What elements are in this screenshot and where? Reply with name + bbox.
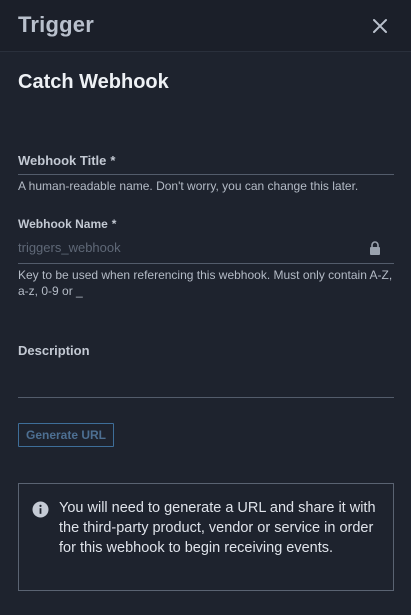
panel-title: Trigger: [18, 12, 94, 37]
lock-icon: [370, 241, 380, 255]
close-icon: [373, 19, 387, 33]
description-underline: [18, 397, 394, 398]
description-input[interactable]: [18, 370, 394, 392]
required-mark: *: [111, 217, 117, 231]
info-text: You will need to generate a URL and shar…: [59, 500, 376, 556]
webhook-name-label: Webhook Name *: [18, 217, 116, 231]
webhook-name-label-text: Webhook Name: [18, 217, 108, 231]
description-label: Description: [18, 343, 90, 358]
info-callout: You will need to generate a URL and shar…: [18, 483, 394, 591]
section-title: Catch Webhook: [18, 71, 169, 93]
info-icon: [32, 501, 49, 518]
webhook-name-helper: Key to be used when referencing this web…: [18, 268, 393, 298]
webhook-title-helper: A human-readable name. Don't worry, you …: [18, 179, 359, 193]
webhook-title-input[interactable]: [18, 151, 394, 173]
webhook-name-underline: [18, 263, 394, 264]
generate-url-button[interactable]: Generate URL: [18, 423, 114, 447]
panel-header: Trigger: [0, 0, 411, 52]
webhook-title-underline: [18, 174, 394, 175]
webhook-name-value: triggers_webhook: [18, 240, 121, 255]
close-button[interactable]: [366, 12, 394, 40]
